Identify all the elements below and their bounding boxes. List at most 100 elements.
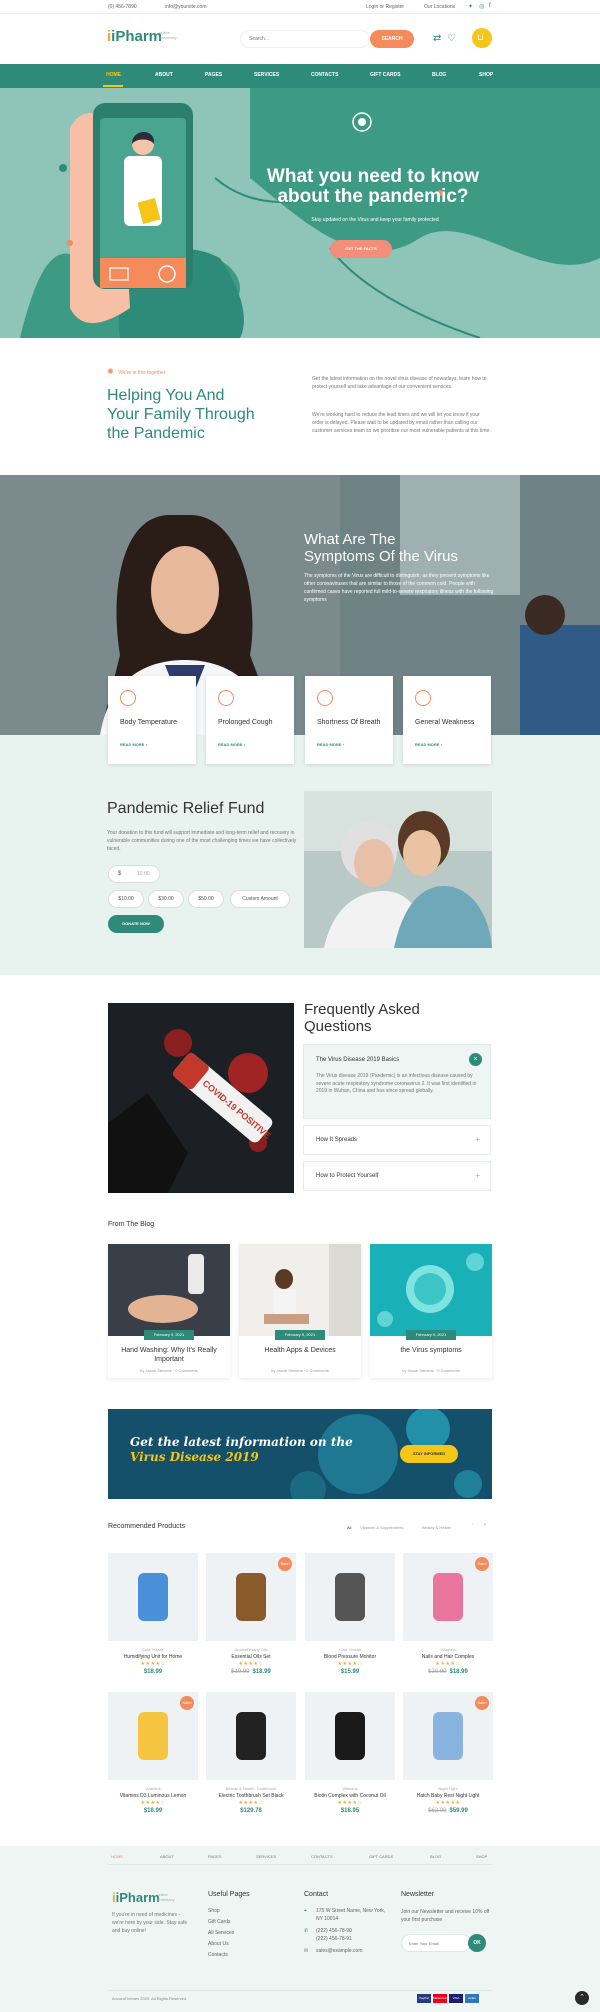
product-image[interactable] xyxy=(108,1553,198,1641)
product-image[interactable]: Sale! xyxy=(206,1553,296,1641)
product-name[interactable]: Humidifying Unit for Home xyxy=(108,1654,198,1660)
product-card[interactable]: Vitamins Biotin Complex with Coconut Oil ★… xyxy=(305,1692,395,1822)
compare-icon[interactable]: ⇄ xyxy=(433,33,441,44)
filter-all[interactable]: All xyxy=(347,1525,351,1530)
read-more-link[interactable]: READ MORE › xyxy=(317,742,344,747)
location-icon: ⌖ xyxy=(304,1908,307,1914)
footer-link-services[interactable]: All Services xyxy=(208,1930,234,1936)
product-image[interactable] xyxy=(305,1692,395,1780)
search-button[interactable]: SEARCH xyxy=(370,30,414,48)
facebook-icon[interactable]: f xyxy=(489,3,491,9)
faq-item-protect[interactable]: How to Protect Yourself + xyxy=(303,1161,491,1191)
phone-text[interactable]: (0) 456-7890 xyxy=(108,4,137,10)
product-rating: ★★★★☆ xyxy=(435,1661,461,1667)
amount-option-50[interactable]: $50.00 xyxy=(188,890,224,908)
product-image[interactable]: Sale! xyxy=(403,1692,493,1780)
filter-vitamins[interactable]: Vitamins & Supplements xyxy=(360,1525,404,1530)
symptom-card-breath[interactable]: Shortness Of Breath READ MORE › xyxy=(305,676,393,764)
read-more-link[interactable]: READ MORE › xyxy=(120,742,147,747)
footer-nav-shop[interactable]: SHOP xyxy=(476,1854,487,1859)
locations-link[interactable]: Our Locations xyxy=(424,4,455,10)
product-card[interactable]: Cold, Health Blood Pressure Monitor ★★★★☆ $… xyxy=(305,1553,395,1683)
footer-link-contacts[interactable]: Contacts xyxy=(208,1952,228,1958)
nav-pages[interactable]: PAGES xyxy=(205,72,222,78)
amount-option-custom[interactable]: Custom Amount xyxy=(230,890,290,908)
product-image[interactable] xyxy=(206,1692,296,1780)
stay-informed-button[interactable]: STAY INFORMED xyxy=(400,1445,458,1463)
faq-item-spreads[interactable]: How It Spreads + xyxy=(303,1125,491,1155)
product-card[interactable]: Sale! Night Light Hatch Baby Rest Night Li… xyxy=(403,1692,493,1822)
nav-shop[interactable]: SHOP xyxy=(479,72,493,78)
login-link[interactable]: Login or Register xyxy=(366,4,404,10)
product-name[interactable]: Essential Oils Set xyxy=(206,1654,296,1660)
instagram-icon[interactable]: ◎ xyxy=(479,3,484,10)
phone1[interactable]: (222) 456-78-90 xyxy=(316,1928,352,1934)
blog-card[interactable]: February 9, 2021 Health Apps & Devices b… xyxy=(239,1244,361,1378)
product-price: $129.78 xyxy=(240,1808,262,1814)
footer-nav-blog[interactable]: BLOG xyxy=(430,1854,441,1859)
donate-button[interactable]: DONATE NOW xyxy=(108,915,164,933)
nav-home[interactable]: HOME xyxy=(106,72,121,78)
product-name[interactable]: Hatch Baby Rest Night Light xyxy=(403,1793,493,1799)
nav-services[interactable]: SERVICES xyxy=(254,72,279,78)
read-more-link[interactable]: READ MORE › xyxy=(415,742,442,747)
blog-title[interactable]: Hand Washing: Why It's Really Important xyxy=(112,1346,226,1364)
amount-option-10[interactable]: $10.00 xyxy=(108,890,144,908)
product-name[interactable]: Biotin Complex with Coconut Oil xyxy=(305,1793,395,1799)
product-card[interactable]: Sale! Aromatherapy Oils Essential Oils Set… xyxy=(206,1553,296,1683)
product-card[interactable]: Sale! Vitamins Nails and Hair Complex ★★★★☆… xyxy=(403,1553,493,1683)
newsletter-email-input[interactable] xyxy=(401,1934,471,1952)
footer-link-about[interactable]: About Us xyxy=(208,1941,229,1947)
phone2[interactable]: (222) 456-78-91 xyxy=(316,1936,352,1942)
product-image[interactable]: Sale! xyxy=(403,1553,493,1641)
amount-option-30[interactable]: $30.00 xyxy=(148,890,184,908)
blog-card[interactable]: February 9, 2021 the Virus symptoms by J… xyxy=(370,1244,492,1378)
product-name[interactable]: Electric Toothbrush Set Black xyxy=(206,1793,296,1799)
footer-nav-contacts[interactable]: CONTACTS xyxy=(311,1854,333,1859)
donation-amount-input[interactable]: $ 10.00 xyxy=(108,865,160,883)
twitter-icon[interactable]: ✦ xyxy=(468,3,473,10)
read-more-link[interactable]: READ MORE › xyxy=(218,742,245,747)
nav-contacts[interactable]: CONTACTS xyxy=(311,72,338,78)
symptom-card-temperature[interactable]: Body Temperature READ MORE › xyxy=(108,676,196,764)
footer-link-shop[interactable]: Shop xyxy=(208,1908,220,1914)
footer-logo[interactable]: iiPharm xyxy=(112,1890,160,1905)
prev-arrow-icon[interactable]: ‹ xyxy=(472,1522,474,1528)
nav-about[interactable]: ABOUT xyxy=(155,72,173,78)
product-card[interactable]: Cold, Health Humidifying Unit for Home ★★★… xyxy=(108,1553,198,1683)
close-icon[interactable]: × xyxy=(469,1053,482,1066)
filter-beauty[interactable]: Beauty & Health xyxy=(422,1525,451,1530)
product-card[interactable]: Sale! Vitamins Vitamins D3 Luminous Lemon ★… xyxy=(108,1692,198,1822)
nav-blog[interactable]: BLOG xyxy=(432,72,446,78)
newsletter-submit-button[interactable]: OK xyxy=(468,1934,486,1952)
footer-nav-home[interactable]: HOME xyxy=(111,1854,123,1859)
product-name[interactable]: Nails and Hair Complex xyxy=(403,1654,493,1660)
get-facts-button[interactable]: GET THE FACTS xyxy=(330,240,392,258)
product-name[interactable]: Vitamins D3 Luminous Lemon xyxy=(108,1793,198,1799)
product-image[interactable] xyxy=(305,1553,395,1641)
footer-nav-gift-cards[interactable]: GIFT CARDS xyxy=(369,1854,393,1859)
wishlist-icon[interactable]: ♡ xyxy=(447,33,456,44)
search-input[interactable] xyxy=(240,30,370,48)
symptom-title: Prolonged Cough xyxy=(218,719,273,726)
logo[interactable]: iiPharm xyxy=(107,28,162,45)
footer-nav-services[interactable]: SERVICES xyxy=(256,1854,276,1859)
scroll-to-top-button[interactable]: ⌃ xyxy=(575,1991,589,2005)
cart-button[interactable]: ⊔ xyxy=(472,28,492,48)
nav-gift-cards[interactable]: GIFT CARDS xyxy=(370,72,401,78)
next-arrow-icon[interactable]: › xyxy=(484,1522,486,1528)
blog-title[interactable]: Health Apps & Devices xyxy=(243,1346,357,1355)
product-name[interactable]: Blood Pressure Monitor xyxy=(305,1654,395,1660)
footer-nav-about[interactable]: ABOUT xyxy=(160,1854,174,1859)
footer-link-gift-cards[interactable]: Gift Cards xyxy=(208,1919,231,1925)
footer-nav-pages[interactable]: PAGES xyxy=(208,1854,222,1859)
footer-email[interactable]: sales@example.com xyxy=(316,1948,362,1954)
symptom-card-weakness[interactable]: General Weakness READ MORE › xyxy=(403,676,491,764)
email-text[interactable]: info@yoursite.com xyxy=(165,4,206,10)
product-card[interactable]: Beauty & Health, Toothbrush Electric Toot… xyxy=(206,1692,296,1822)
faq-open-item[interactable]: The Virus Disease 2019 Basics × The Viru… xyxy=(303,1044,491,1119)
blog-card[interactable]: February 9, 2021 Hand Washing: Why It's … xyxy=(108,1244,230,1378)
product-image[interactable]: Sale! xyxy=(108,1692,198,1780)
symptom-card-cough[interactable]: Prolonged Cough READ MORE › xyxy=(206,676,294,764)
blog-title[interactable]: the Virus symptoms xyxy=(374,1346,488,1355)
